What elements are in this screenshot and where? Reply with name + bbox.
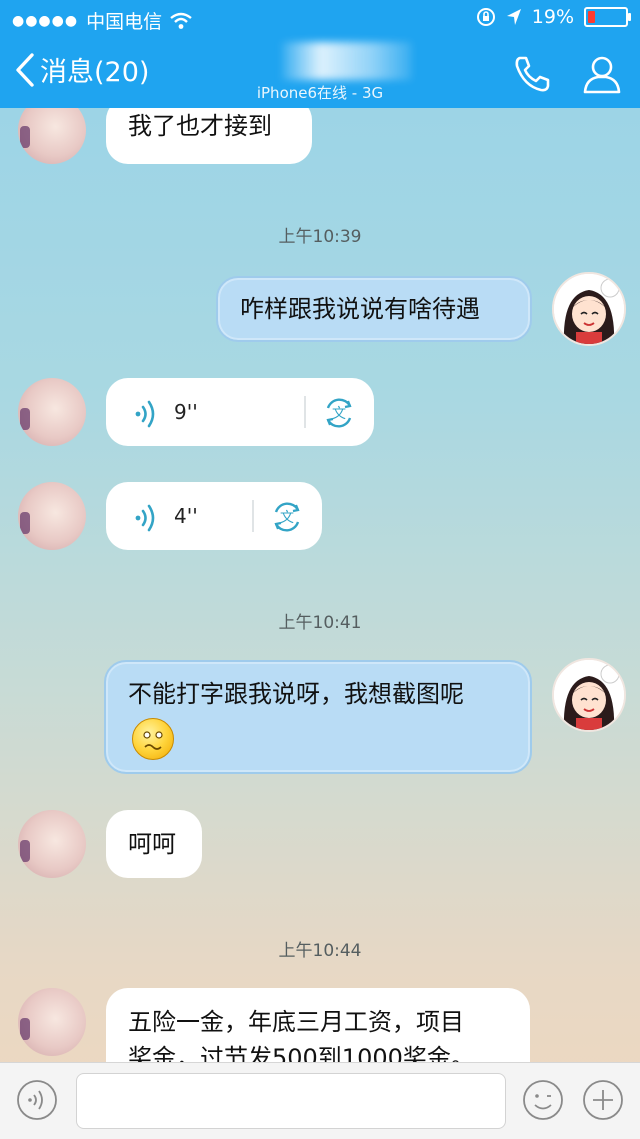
transcribe-icon[interactable]: 文: [270, 500, 304, 534]
battery-icon: [584, 7, 631, 27]
plus-icon[interactable]: [582, 1079, 624, 1121]
wifi-icon: [170, 12, 192, 29]
voice-duration: 4'': [174, 504, 198, 528]
divider: [252, 500, 254, 532]
message-bubble-incoming[interactable]: 呵呵: [106, 810, 202, 878]
contact-avatar[interactable]: [18, 378, 86, 446]
timestamp: 上午10:44: [278, 941, 362, 961]
my-avatar[interactable]: [552, 658, 626, 732]
message-text: 我了也才接到: [128, 112, 272, 140]
svg-text:文: 文: [280, 510, 294, 526]
person-icon[interactable]: [580, 52, 624, 96]
timestamp: 上午10:41: [278, 613, 362, 633]
message-text: 咋样跟我说说有啥待遇: [240, 295, 480, 323]
message-input[interactable]: [76, 1073, 506, 1129]
voice-wave-icon: [135, 504, 155, 532]
chat-header: 消息(20) iPhone6在线 - 3G: [0, 36, 640, 108]
voice-wave-icon: [135, 400, 155, 428]
message-bubble-outgoing[interactable]: 咋样跟我说说有啥待遇: [216, 276, 532, 342]
voice-message-bubble[interactable]: 4'' 文: [106, 482, 322, 550]
contact-avatar[interactable]: [18, 108, 86, 164]
phone-icon[interactable]: [510, 52, 554, 96]
status-bar: ●●●●● 中国电信 19%: [0, 0, 640, 36]
message-text: 呵呵: [128, 830, 176, 858]
contact-avatar[interactable]: [18, 988, 86, 1056]
message-text-line1: 五险一金，年底三月工资，项目: [128, 1008, 464, 1036]
message-bubble-incoming[interactable]: 五险一金，年底三月工资，项目 奖金，过节发500到1000奖金。: [106, 988, 530, 1062]
top-bar: ●●●●● 中国电信 19% 消息(20) iPhone6在线 - 3G: [0, 0, 640, 108]
contact-avatar[interactable]: [18, 810, 86, 878]
carrier-label: 中国电信: [86, 11, 163, 33]
message-text: 不能打字跟我说呀，我想截图呢: [128, 680, 464, 708]
battery-percent: 19%: [531, 6, 574, 28]
worried-emoji-icon: [132, 718, 174, 760]
voice-message-bubble[interactable]: 9'' 文: [106, 378, 374, 446]
voice-icon[interactable]: [16, 1079, 58, 1121]
timestamp: 上午10:39: [278, 227, 362, 247]
cartoon-girl-icon: [554, 274, 624, 344]
input-bar: [0, 1062, 640, 1139]
contact-avatar[interactable]: [18, 482, 86, 550]
voice-duration: 9'': [174, 400, 198, 424]
my-avatar[interactable]: [552, 272, 626, 346]
message-bubble-incoming[interactable]: 我了也才接到: [106, 108, 312, 164]
message-bubble-outgoing[interactable]: 不能打字跟我说呀，我想截图呢: [104, 660, 532, 774]
signal-dots-icon: ●●●●●: [12, 12, 79, 29]
message-text-line2: 奖金，过节发500到1000奖金。: [128, 1044, 475, 1062]
divider: [304, 396, 306, 428]
emoji-icon[interactable]: [522, 1079, 564, 1121]
location-arrow-icon: [506, 9, 521, 25]
rotation-lock-icon: [476, 8, 495, 26]
battery-fill: [588, 11, 595, 23]
contact-name-redacted: [282, 42, 412, 80]
chat-area[interactable]: 我了也才接到 上午10:39 咋样跟我说说有啥待遇 9'' 文 4'' 文 上午…: [0, 108, 640, 1062]
svg-text:文: 文: [332, 406, 346, 422]
transcribe-icon[interactable]: 文: [322, 396, 356, 430]
cartoon-girl-icon: [554, 660, 624, 730]
